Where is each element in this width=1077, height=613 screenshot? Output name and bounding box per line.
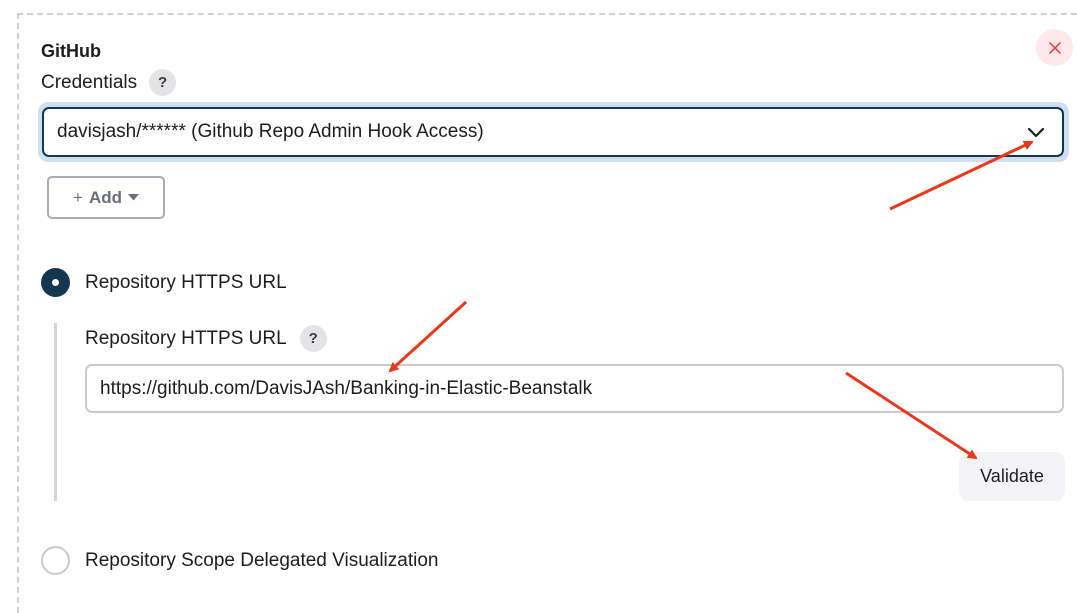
credentials-help-icon[interactable]: ? xyxy=(149,69,177,96)
chevron-down-icon xyxy=(1027,127,1045,138)
close-button[interactable] xyxy=(1036,29,1073,66)
radio-https-label: Repository HTTPS URL xyxy=(85,271,287,293)
radio-selected-indicator xyxy=(41,268,70,297)
credentials-label: Credentials xyxy=(41,71,138,93)
add-button-label: Add xyxy=(88,187,122,207)
repository-url-help-icon[interactable]: ? xyxy=(299,325,327,352)
caret-down-icon xyxy=(127,194,139,201)
repository-url-input[interactable] xyxy=(85,364,1064,413)
credentials-label-row: Credentials ? xyxy=(41,69,177,96)
url-label-row: Repository HTTPS URL ? xyxy=(85,325,327,352)
repository-url-label: Repository HTTPS URL xyxy=(85,327,287,349)
nested-section-divider xyxy=(54,323,57,501)
close-x-icon xyxy=(1048,41,1061,54)
credentials-select[interactable]: davisjash/****** (Github Repo Admin Hook… xyxy=(42,107,1064,157)
section-title: GitHub xyxy=(41,41,101,61)
radio-repository-https-url[interactable]: Repository HTTPS URL xyxy=(41,268,287,297)
validate-button[interactable]: Validate xyxy=(959,452,1065,501)
radio-next-option-label: Repository Scope Delegated Visualization xyxy=(85,550,439,571)
credentials-select-focus-ring: davisjash/****** (Github Repo Admin Hook… xyxy=(38,102,1069,162)
plus-icon: + xyxy=(73,187,83,207)
add-credentials-button[interactable]: + Add xyxy=(47,176,165,219)
credentials-selected-value: davisjash/****** (Github Repo Admin Hook… xyxy=(57,121,484,142)
radio-next-option[interactable] xyxy=(41,546,70,575)
